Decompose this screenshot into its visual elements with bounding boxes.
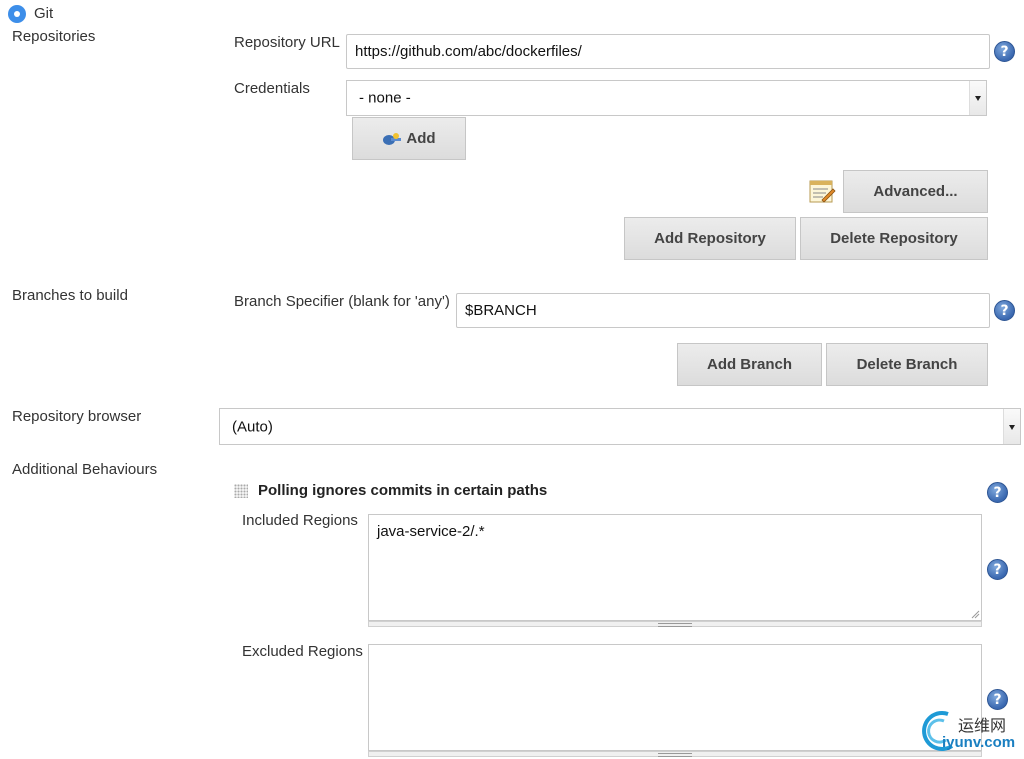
repository-browser-label: Repository browser [12,408,142,425]
branch-specifier-help-icon[interactable]: ? [994,300,1015,321]
additional-behaviours-label: Additional Behaviours [12,461,158,478]
excluded-regions-textarea[interactable] [368,644,982,751]
repositories-label: Repositories [12,28,96,45]
watermark-url: iyunv.com [942,734,1016,751]
polling-help-icon[interactable]: ? [987,482,1008,503]
credentials-value: - none - [359,89,411,107]
git-label: Git [34,5,54,22]
chevron-down-icon [1003,409,1020,444]
excluded-regions-grip[interactable] [368,751,982,757]
delete-branch-button[interactable]: Delete Branch [826,343,988,386]
watermark-text: 运维网 [958,716,1007,735]
resize-handle-icon[interactable] [970,609,980,619]
excluded-regions-help-icon[interactable]: ? [987,689,1008,710]
repository-url-label: Repository URL [234,34,340,51]
included-regions-help-icon[interactable]: ? [987,559,1008,580]
notepad-icon [809,180,836,203]
included-regions-grip[interactable] [368,621,982,627]
branch-specifier-input[interactable] [456,293,990,328]
add-credentials-button[interactable]: Add [352,117,466,160]
credentials-select[interactable]: - none - [346,80,987,116]
polling-title: Polling ignores commits in certain paths [258,482,548,499]
add-credentials-label: Add [406,130,436,147]
add-branch-button[interactable]: Add Branch [677,343,822,386]
repository-url-help-icon[interactable]: ? [994,41,1015,62]
repository-url-input[interactable] [346,34,990,69]
delete-repository-button[interactable]: Delete Repository [800,217,988,260]
git-radio[interactable] [8,5,26,23]
repository-browser-value: (Auto) [232,418,273,435]
advanced-button[interactable]: Advanced... [843,170,988,213]
watermark: 运维网 iyunv.com [918,708,1022,756]
included-regions-textarea[interactable]: java-service-2/.* [368,514,982,621]
excluded-regions-label: Excluded Regions [242,643,363,660]
repository-browser-select[interactable]: (Auto) [219,408,1021,445]
credentials-label: Credentials [234,80,310,97]
add-repository-button[interactable]: Add Repository [624,217,796,260]
included-regions-label: Included Regions [242,512,358,529]
key-icon [383,132,402,145]
branches-to-build-label: Branches to build [12,287,128,304]
chevron-down-icon [969,81,986,115]
drag-handle-icon[interactable] [234,484,248,498]
branch-specifier-label: Branch Specifier (blank for 'any') [234,293,450,310]
